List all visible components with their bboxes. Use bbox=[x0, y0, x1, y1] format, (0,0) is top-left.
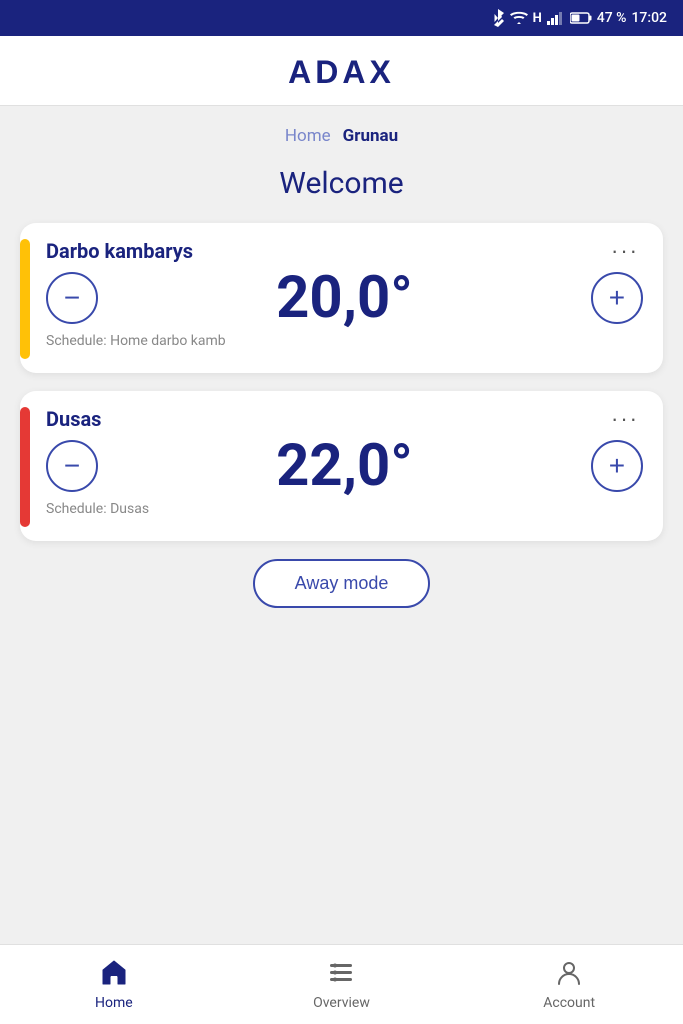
app-logo: ADAX bbox=[0, 54, 683, 91]
card-accent-darbo bbox=[20, 239, 30, 359]
nav-label-account: Account bbox=[543, 995, 595, 1011]
account-icon bbox=[555, 958, 583, 991]
bluetooth-icon bbox=[491, 9, 505, 27]
device-name-dusas: Dusas bbox=[46, 407, 101, 431]
wifi-icon bbox=[510, 11, 528, 25]
nav-label-overview: Overview bbox=[313, 995, 370, 1011]
nav-label-home: Home bbox=[95, 995, 133, 1011]
card-body-darbo: Darbo kambarys ··· − 20,0° + Schedule: H… bbox=[46, 239, 643, 359]
schedule-darbo: Schedule: Home darbo kamb bbox=[46, 333, 643, 349]
temperature-darbo: 20,0° bbox=[276, 269, 413, 327]
status-icons: H 47 % 17:02 bbox=[491, 9, 667, 27]
away-mode-button[interactable]: Away mode bbox=[253, 559, 431, 608]
increase-button-dusas[interactable]: + bbox=[591, 440, 643, 492]
carrier-label: H bbox=[533, 11, 542, 26]
signal-icon bbox=[547, 11, 565, 25]
device-card-dusas: Dusas ··· − 22,0° + Schedule: Dusas bbox=[20, 391, 663, 541]
card-header-darbo: Darbo kambarys ··· bbox=[46, 239, 643, 263]
breadcrumb: Home Grunau bbox=[20, 106, 663, 156]
battery-percentage: 47 % bbox=[597, 10, 627, 26]
main-content: Home Grunau Welcome Darbo kambarys ··· −… bbox=[0, 106, 683, 944]
decrease-button-dusas[interactable]: − bbox=[46, 440, 98, 492]
device-name-darbo: Darbo kambarys bbox=[46, 239, 193, 263]
breadcrumb-home[interactable]: Home bbox=[285, 126, 331, 146]
card-header-dusas: Dusas ··· bbox=[46, 407, 643, 431]
more-button-dusas[interactable]: ··· bbox=[607, 408, 643, 430]
status-bar: H 47 % 17:02 bbox=[0, 0, 683, 36]
welcome-title: Welcome bbox=[20, 166, 663, 201]
overview-icon bbox=[327, 958, 355, 991]
schedule-dusas: Schedule: Dusas bbox=[46, 501, 643, 517]
card-controls-dusas: − 22,0° + bbox=[46, 437, 643, 495]
nav-item-home[interactable]: Home bbox=[74, 958, 154, 1011]
card-accent-dusas bbox=[20, 407, 30, 527]
app-header: ADAX bbox=[0, 36, 683, 106]
increase-button-darbo[interactable]: + bbox=[591, 272, 643, 324]
nav-item-overview[interactable]: Overview bbox=[301, 958, 381, 1011]
home-icon bbox=[100, 958, 128, 991]
clock: 17:02 bbox=[631, 10, 667, 26]
breadcrumb-current[interactable]: Grunau bbox=[343, 126, 398, 146]
battery-icon bbox=[570, 12, 592, 24]
nav-item-account[interactable]: Account bbox=[529, 958, 609, 1011]
card-controls-darbo: − 20,0° + bbox=[46, 269, 643, 327]
decrease-button-darbo[interactable]: − bbox=[46, 272, 98, 324]
away-mode-container: Away mode bbox=[20, 559, 663, 608]
temperature-dusas: 22,0° bbox=[276, 437, 413, 495]
more-button-darbo[interactable]: ··· bbox=[607, 240, 643, 262]
card-body-dusas: Dusas ··· − 22,0° + Schedule: Dusas bbox=[46, 407, 643, 527]
device-card-darbo: Darbo kambarys ··· − 20,0° + Schedule: H… bbox=[20, 223, 663, 373]
bottom-nav: Home Overview Account bbox=[0, 944, 683, 1024]
